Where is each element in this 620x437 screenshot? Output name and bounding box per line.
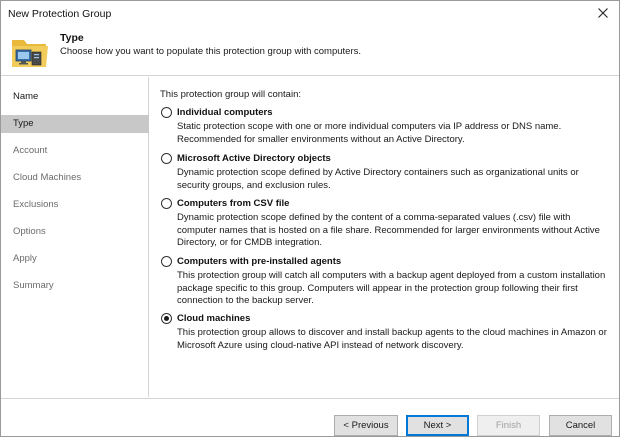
sidebar-item-exclusions: Exclusions (13, 199, 59, 210)
sidebar-item-type[interactable]: Type (1, 115, 149, 133)
sidebar-item-apply: Apply (13, 253, 37, 264)
sidebar-item-summary: Summary (13, 280, 54, 291)
option-description: Static protection scope with one or more… (177, 121, 562, 145)
radio-preinstalled-agents[interactable] (161, 256, 172, 267)
protection-group-folder-icon (12, 40, 48, 67)
page-title: Type (60, 32, 84, 44)
wizard-footer: < Previous Next > Finish Cancel (1, 398, 619, 436)
radio-individual-computers[interactable] (161, 107, 172, 118)
window-title: New Protection Group (8, 8, 112, 20)
wizard-steps-sidebar: Name Type Account Cloud Machines Exclusi… (1, 77, 149, 397)
wizard-header: Type Choose how you want to populate thi… (1, 26, 619, 76)
sidebar-item-options: Options (13, 226, 46, 237)
title-bar: New Protection Group (1, 1, 619, 26)
new-protection-group-dialog: New Protection Group Type Choose how you… (0, 0, 620, 437)
close-icon (598, 8, 608, 18)
close-button[interactable] (591, 2, 615, 24)
option-description: Dynamic protection scope defined by the … (177, 212, 600, 249)
radio-csv-file[interactable] (161, 198, 172, 209)
type-selection-panel: This protection group will contain: Indi… (160, 89, 610, 351)
option-title[interactable]: Microsoft Active Directory objects (177, 153, 331, 164)
sidebar-item-name[interactable]: Name (1, 88, 149, 106)
option-title[interactable]: Cloud machines (177, 313, 250, 324)
cancel-button[interactable]: Cancel (549, 415, 612, 436)
option-description: This protection group allows to discover… (177, 327, 607, 351)
option-title[interactable]: Individual computers (177, 107, 273, 118)
finish-button: Finish (477, 415, 540, 436)
next-button[interactable]: Next > (406, 415, 469, 436)
intro-text: This protection group will contain: (160, 89, 301, 100)
radio-cloud-machines[interactable] (161, 313, 172, 324)
radio-active-directory[interactable] (161, 153, 172, 164)
option-description: Dynamic protection scope defined by Acti… (177, 167, 579, 191)
option-title[interactable]: Computers with pre-installed agents (177, 256, 341, 267)
page-subtitle: Choose how you want to populate this pro… (60, 46, 362, 57)
option-description: This protection group will catch all com… (177, 270, 606, 307)
previous-button[interactable]: < Previous (334, 415, 398, 436)
sidebar-item-cloud-machines: Cloud Machines (13, 172, 82, 183)
sidebar-item-account: Account (13, 145, 48, 156)
option-title[interactable]: Computers from CSV file (177, 198, 289, 209)
